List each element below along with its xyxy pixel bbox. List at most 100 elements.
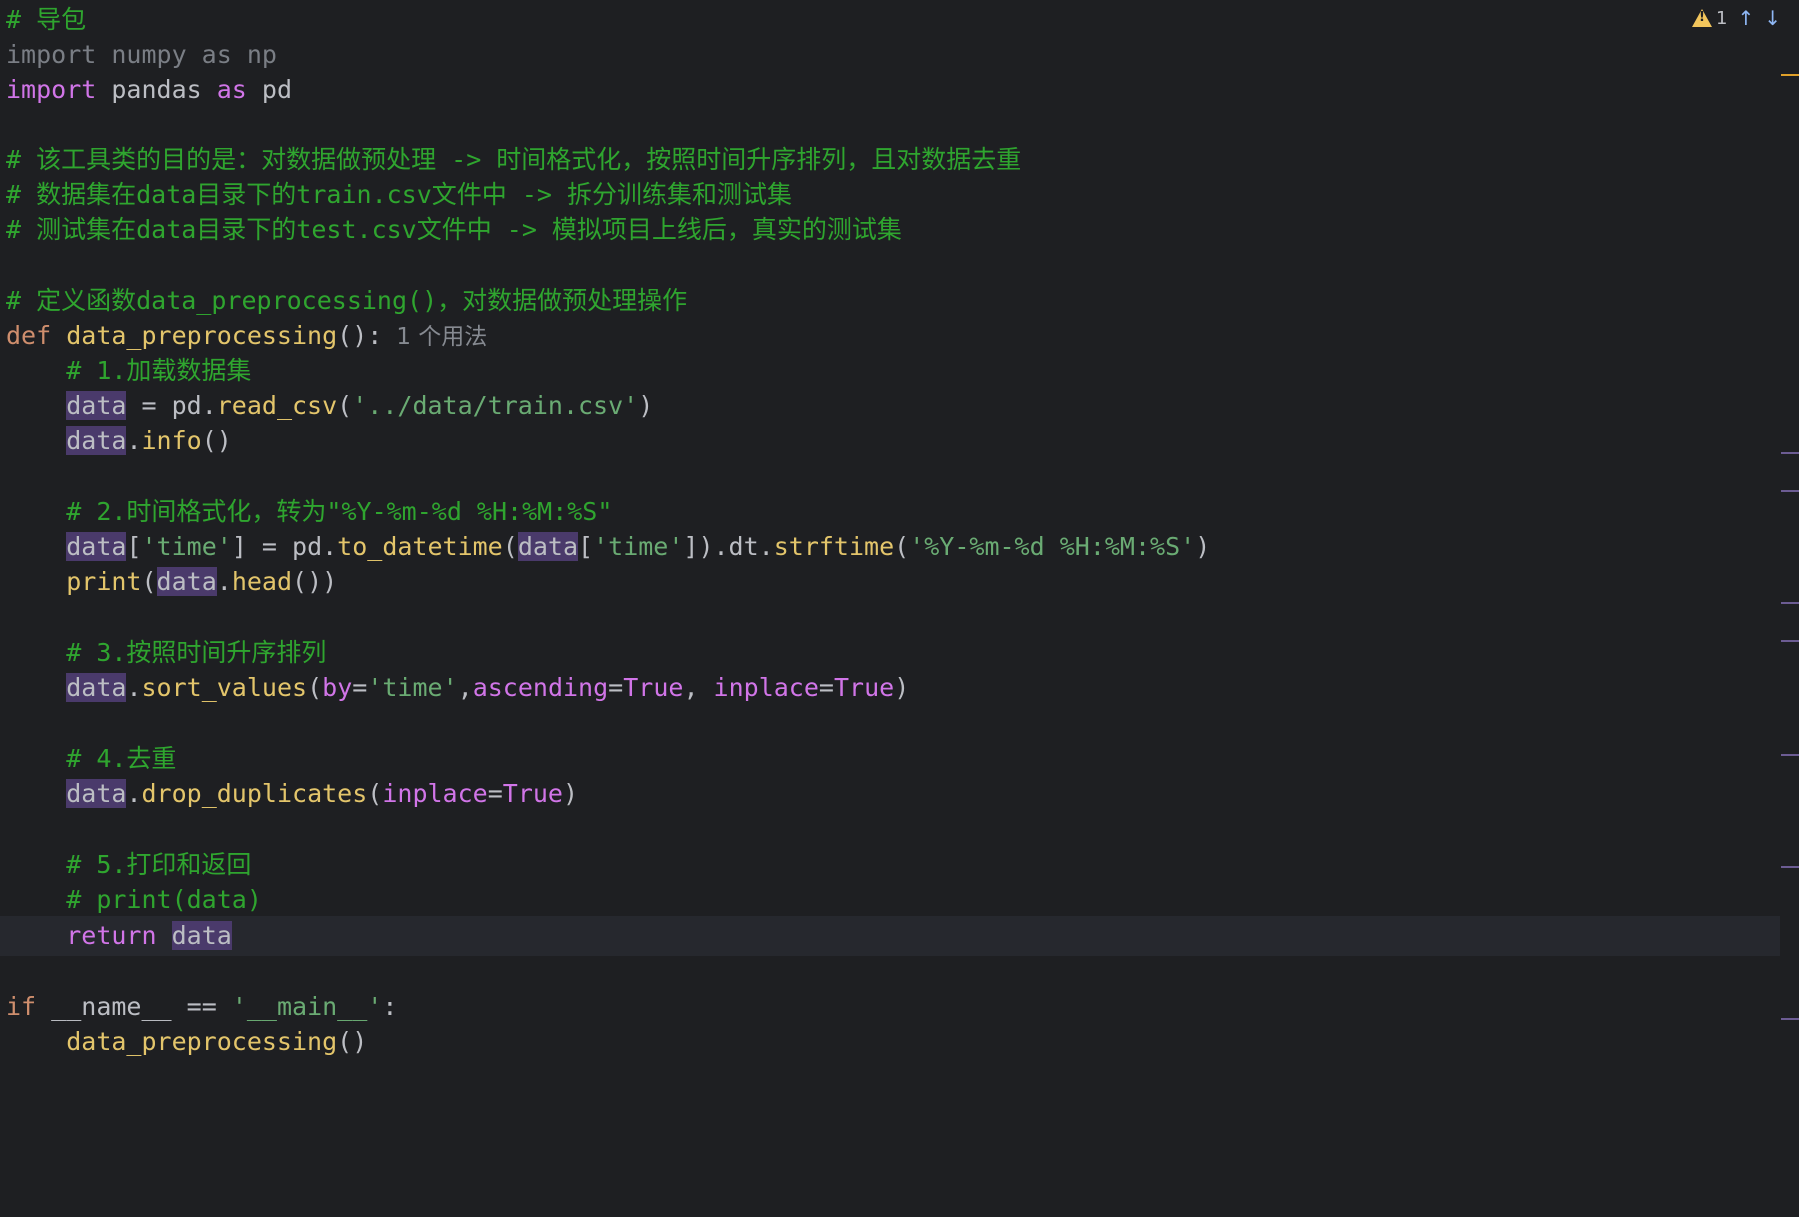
variable-highlight: data — [66, 391, 127, 420]
warning-triangle-icon[interactable] — [1692, 9, 1713, 27]
variable-highlight: data — [66, 532, 127, 561]
code-line-13[interactable]: data.info() — [0, 421, 1780, 461]
punctuation: . — [126, 426, 142, 455]
code-line-15[interactable]: # 2.时间格式化，转为"%Y-%m-%d %H:%M:%S" — [0, 492, 1780, 532]
code-line-10[interactable]: def data_preprocessing(): 1 个用法 — [0, 316, 1780, 356]
punctuation: ( — [502, 532, 518, 561]
code-line-17[interactable]: print(data.head()) — [0, 562, 1780, 602]
code-line-9[interactable]: # 定义函数data_preprocessing()，对数据做预处理操作 — [0, 281, 1780, 321]
string: 'time' — [367, 673, 458, 702]
function-call: read_csv — [216, 391, 338, 420]
code-line-2[interactable]: import numpy as np — [0, 35, 1780, 75]
variable-highlight: data — [66, 673, 127, 702]
boolean: True — [502, 779, 563, 808]
string: 'time' — [141, 532, 232, 561]
punctuation: ) — [638, 391, 654, 420]
gutter-warning-mark[interactable] — [1781, 74, 1799, 76]
code-line-22[interactable]: # 4.去重 — [0, 739, 1780, 779]
usages-inlay-hint[interactable]: 1 个用法 — [396, 324, 487, 350]
string: 'time' — [593, 532, 684, 561]
function-call: drop_duplicates — [141, 779, 368, 808]
punctuation: : — [382, 992, 398, 1021]
string: '__main__' — [231, 992, 383, 1021]
gutter-usage-mark[interactable] — [1781, 490, 1799, 492]
builtin-call: print — [66, 567, 142, 596]
comment: # 1.加载数据集 — [66, 356, 252, 385]
comment: # 3.按照时间升序排列 — [66, 638, 327, 667]
code-line-7[interactable]: # 测试集在data目录下的test.csv文件中 -> 模拟项目上线后，真实的… — [0, 210, 1780, 250]
arrow-down-icon[interactable]: ↓ — [1764, 4, 1781, 32]
code-line-26[interactable]: # print(data) — [0, 880, 1780, 920]
code-line-12[interactable]: data = pd.read_csv('../data/train.csv') — [0, 386, 1780, 426]
gutter-usage-mark[interactable] — [1781, 1018, 1799, 1020]
param-name: by — [322, 673, 353, 702]
punctuation: = — [608, 673, 624, 702]
code-line-25[interactable]: # 5.打印和返回 — [0, 845, 1780, 885]
punctuation: ( — [141, 567, 157, 596]
code-line-23[interactable]: data.drop_duplicates(inplace=True) — [0, 774, 1780, 814]
keyword: if — [6, 992, 37, 1021]
variable-highlight: data — [66, 426, 127, 455]
punctuation: . — [216, 567, 232, 596]
punctuation: = — [352, 673, 368, 702]
keyword: import — [6, 75, 97, 104]
boolean: True — [833, 673, 895, 702]
unused-import: import numpy as np — [6, 40, 277, 69]
code-line-27-current[interactable]: return data — [0, 916, 1780, 956]
param-name: inplace — [713, 673, 819, 702]
function-call: head — [231, 567, 293, 596]
code-editor[interactable]: # 导包 import numpy as np import pandas as… — [0, 0, 1780, 1217]
keyword: as — [216, 75, 247, 104]
text: ]).dt. — [683, 532, 774, 561]
variable-highlight: data — [171, 921, 232, 950]
function-call: to_datetime — [337, 532, 503, 561]
punctuation: [ — [126, 532, 142, 561]
inspection-toolbar: 1 ↑ ↓ — [1692, 4, 1781, 32]
punctuation: = — [818, 673, 834, 702]
text: = pd. — [126, 391, 217, 420]
code-line-29[interactable]: if __name__ == '__main__': — [0, 987, 1780, 1027]
comment: # 2.时间格式化，转为"%Y-%m-%d %H:%M:%S" — [66, 497, 613, 526]
comment: # 该工具类的目的是：对数据做预处理 -> 时间格式化，按照时间升序排列，且对数… — [6, 145, 1022, 174]
string: '%Y-%m-%d %H:%M:%S' — [909, 532, 1196, 561]
code-line-5[interactable]: # 该工具类的目的是：对数据做预处理 -> 时间格式化，按照时间升序排列，且对数… — [0, 140, 1780, 180]
code-line-30[interactable]: data_preprocessing() — [0, 1022, 1780, 1062]
error-stripe-gutter[interactable] — [1780, 0, 1799, 1217]
punctuation: = — [487, 779, 503, 808]
code-line-3[interactable]: import pandas as pd — [0, 70, 1780, 110]
punctuation: [ — [578, 532, 594, 561]
function-call: data_preprocessing — [66, 1027, 338, 1056]
punctuation: () — [337, 1027, 368, 1056]
gutter-usage-mark[interactable] — [1781, 866, 1799, 868]
param-name: inplace — [382, 779, 488, 808]
punctuation: ( — [307, 673, 323, 702]
gutter-usage-mark[interactable] — [1781, 452, 1799, 454]
code-line-6[interactable]: # 数据集在data目录下的train.csv文件中 -> 拆分训练集和测试集 — [0, 175, 1780, 215]
comment: # 测试集在data目录下的test.csv文件中 -> 模拟项目上线后，真实的… — [6, 215, 902, 244]
function-call: sort_values — [141, 673, 308, 702]
punctuation: (): — [337, 321, 383, 350]
gutter-usage-mark[interactable] — [1781, 640, 1799, 642]
identifier: pd — [246, 75, 292, 104]
arrow-up-icon[interactable]: ↑ — [1737, 4, 1754, 32]
punctuation: ( — [337, 391, 353, 420]
code-line-20[interactable]: data.sort_values(by='time',ascending=Tru… — [0, 668, 1780, 708]
code-line-1[interactable]: # 导包 — [0, 0, 1780, 40]
gutter-usage-mark[interactable] — [1781, 754, 1799, 756]
code-line-11[interactable]: # 1.加载数据集 — [0, 351, 1780, 391]
comment: # 定义函数data_preprocessing()，对数据做预处理操作 — [6, 286, 688, 315]
function-name[interactable]: data_preprocessing — [66, 321, 337, 350]
punctuation: ()) — [292, 567, 338, 596]
code-line-16[interactable]: data['time'] = pd.to_datetime(data['time… — [0, 527, 1780, 567]
warning-count[interactable]: 1 — [1716, 8, 1727, 29]
comment: # print(data) — [66, 885, 262, 914]
function-call: strftime — [773, 532, 895, 561]
gutter-usage-mark[interactable] — [1781, 602, 1799, 604]
code-line-19[interactable]: # 3.按照时间升序排列 — [0, 633, 1780, 673]
dunder-name: __name__ — [51, 992, 172, 1021]
keyword: def — [6, 321, 52, 350]
punctuation: ( — [894, 532, 910, 561]
comment: # 4.去重 — [66, 744, 177, 773]
comment: # 5.打印和返回 — [66, 850, 252, 879]
